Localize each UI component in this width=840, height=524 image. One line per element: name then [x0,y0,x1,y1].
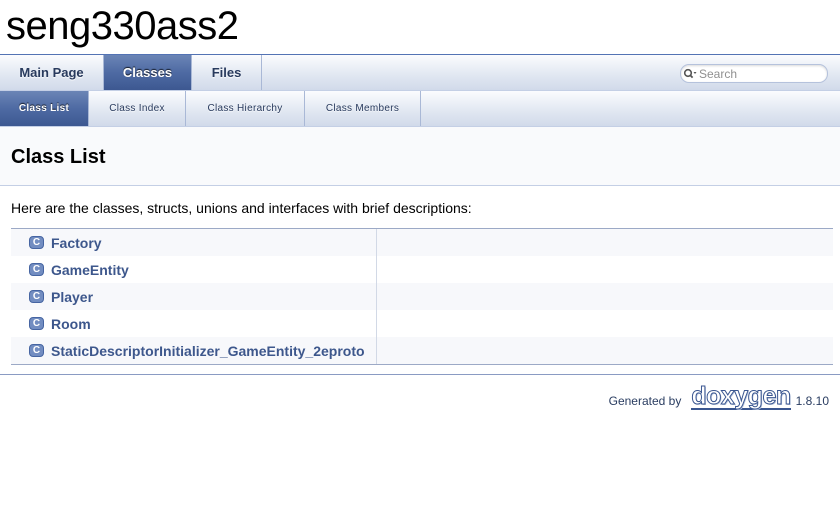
class-link-room[interactable]: Room [51,316,91,332]
page-title: Class List [11,146,106,168]
class-entry: C Factory [11,229,377,256]
class-link-staticdescriptorinitializer[interactable]: StaticDescriptorInitializer_GameEntity_2… [51,343,365,359]
tab-class-hierarchy[interactable]: Class Hierarchy [186,91,305,126]
tab-class-index[interactable]: Class Index [89,91,186,126]
sub-tabs: Class List Class Index Class Hierarchy C… [0,91,840,127]
table-row: C Player [11,283,833,310]
project-name: seng330ass2 [6,4,239,48]
class-description [377,283,833,310]
intro-text: Here are the classes, structs, unions an… [11,200,472,216]
class-entry: C GameEntity [11,256,377,283]
tab-class-members[interactable]: Class Members [305,91,421,126]
tab-main-page[interactable]: Main Page [0,55,104,90]
class-icon: C [29,236,44,249]
table-row: C GameEntity [11,256,833,283]
class-icon: C [29,263,44,276]
footer-divider [0,374,840,375]
search-input[interactable] [699,66,817,81]
class-link-gameentity[interactable]: GameEntity [51,262,129,278]
class-description [377,229,833,256]
class-link-player[interactable]: Player [51,289,93,305]
page-header: Class List [0,127,840,186]
search-box[interactable] [680,64,828,83]
table-row: C Factory [11,229,833,256]
tab-class-list[interactable]: Class List [0,91,89,126]
tab-files[interactable]: Files [192,55,262,90]
class-icon: C [29,344,44,357]
class-icon: C [29,317,44,330]
class-description [377,310,833,337]
tab-classes[interactable]: Classes [104,55,192,90]
generated-by-text: Generated by [608,394,682,408]
table-row: C Room [11,310,833,337]
doxygen-logo[interactable]: doxygen [691,383,792,410]
doxygen-version: 1.8.10 [795,394,829,408]
class-entry: C Room [11,310,377,337]
class-icon: C [29,290,44,303]
class-entry: C Player [11,283,377,310]
class-description [377,337,833,364]
class-entry: C StaticDescriptorInitializer_GameEntity… [11,337,377,364]
footer: Generated by doxygen 1.8.10 [608,383,829,410]
search-icon[interactable] [681,65,699,82]
class-list-table: C Factory C GameEntity C Player C Room C… [11,228,833,365]
class-description [377,256,833,283]
title-area: seng330ass2 [0,0,840,55]
class-link-factory[interactable]: Factory [51,235,102,251]
main-tabs: Main Page Classes Files [0,55,840,91]
table-row: C StaticDescriptorInitializer_GameEntity… [11,337,833,364]
